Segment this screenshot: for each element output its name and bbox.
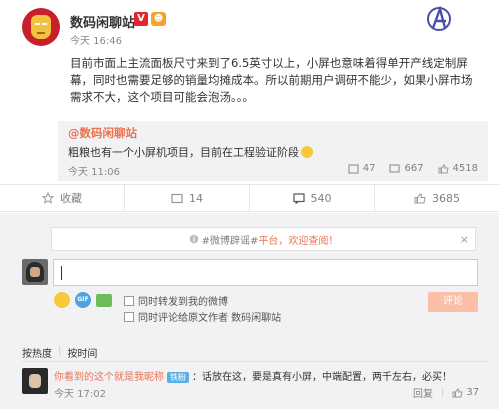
repost-box: @数码闲聊站 粗粮也有一个小屏机项目，目前在工程验证阶段 今天 11:06 47… bbox=[58, 121, 488, 181]
avengers-logo-icon bbox=[427, 6, 451, 31]
post-text: 目前市面上主流面板尺寸来到了6.5英寸以上，小屏也意味着得单开产线定制屏幕，同时… bbox=[70, 56, 473, 104]
gif-icon[interactable]: GIF bbox=[75, 292, 91, 308]
author-name[interactable]: 数码闲聊站 bbox=[70, 12, 135, 31]
commenter-avatar[interactable] bbox=[22, 368, 48, 394]
emoji-icon[interactable] bbox=[54, 292, 70, 308]
notice-prefix: #微博辟谣# bbox=[201, 235, 259, 247]
repost-author[interactable]: @数码闲聊站 bbox=[68, 125, 137, 141]
comment-like-button[interactable]: 37 bbox=[452, 387, 479, 398]
close-icon[interactable]: × bbox=[460, 233, 469, 246]
info-icon bbox=[189, 234, 198, 244]
comment-icon bbox=[292, 192, 305, 204]
post-timestamp[interactable]: 今天 16:46 bbox=[70, 32, 122, 47]
star-icon bbox=[42, 192, 54, 204]
comment-to-author-option[interactable]: 同时评论给原文作者 数码闲聊站 bbox=[124, 309, 281, 324]
comment-button[interactable]: 540 bbox=[250, 185, 375, 211]
comment-section: #微博辟谣# 平台，欢迎查阅！ × GIF 同时转发到我的微博 同时评论给原文作者… bbox=[0, 213, 499, 409]
sort-by-time[interactable]: 按时间 bbox=[67, 345, 97, 360]
rumor-notice[interactable]: #微博辟谣# 平台，欢迎查阅！ × bbox=[51, 227, 476, 251]
comment-author-checkbox[interactable] bbox=[124, 311, 134, 322]
current-user-avatar[interactable] bbox=[22, 259, 48, 285]
notice-link[interactable]: 平台，欢迎查阅！ bbox=[258, 232, 338, 247]
comment-sort: 按热度 | 按时间 bbox=[22, 345, 98, 360]
comment-actions: 回复 | 37 bbox=[413, 385, 480, 400]
commenter-name[interactable]: 你看到的这个就是我昵称 bbox=[54, 372, 164, 383]
repost-time[interactable]: 今天 11:06 bbox=[68, 163, 120, 178]
repost-like[interactable]: 4518 bbox=[438, 163, 478, 174]
compose-tools: GIF bbox=[54, 292, 112, 308]
reply-button[interactable]: 回复 bbox=[413, 385, 433, 400]
comment-time: 今天 17:02 bbox=[54, 389, 106, 400]
vip-icon: ☻ bbox=[151, 12, 166, 26]
verified-icon: V bbox=[134, 12, 148, 26]
repost-actions: 47 667 4518 bbox=[348, 163, 478, 174]
thumbs-up-icon bbox=[452, 387, 463, 397]
like-button[interactable]: 3685 bbox=[375, 185, 499, 211]
repost-comment[interactable]: 667 bbox=[389, 163, 424, 174]
comment-item: 你看到的这个就是我昵称 铁粉 ：话放在这，要是真有小屏，中端配置，两千左右，必买！ bbox=[54, 368, 452, 383]
author-avatar[interactable] bbox=[22, 8, 60, 46]
submit-comment-button[interactable]: 评论 bbox=[428, 292, 478, 312]
weibo-post-card: 数码闲聊站 V ☻ 今天 16:46 目前市面上主流面板尺寸来到了6.5英寸以上… bbox=[0, 0, 499, 409]
comment-text: ：话放在这，要是真有小屏，中端配置，两千左右，必买！ bbox=[192, 372, 452, 383]
fan-badge: 铁粉 bbox=[167, 372, 189, 383]
favorite-button[interactable]: 收藏 bbox=[0, 185, 125, 211]
divider bbox=[22, 361, 487, 362]
post-action-bar: 收藏 14 540 3685 bbox=[0, 184, 499, 212]
comment-input[interactable] bbox=[53, 259, 478, 286]
forward-icon bbox=[171, 193, 183, 203]
sort-by-hot[interactable]: 按热度 bbox=[22, 345, 52, 360]
forward-checkbox[interactable] bbox=[124, 295, 134, 306]
image-icon[interactable] bbox=[96, 293, 112, 307]
forward-icon bbox=[348, 163, 359, 174]
thumbs-up-icon bbox=[414, 192, 426, 203]
thumbs-up-icon bbox=[438, 163, 449, 173]
grin-emoji-icon bbox=[301, 146, 313, 158]
comment-icon bbox=[389, 163, 401, 173]
forward-to-weibo-option[interactable]: 同时转发到我的微博 bbox=[124, 293, 228, 308]
forward-button[interactable]: 14 bbox=[125, 185, 250, 211]
repost-text: 粗粮也有一个小屏机项目，目前在工程验证阶段 bbox=[68, 144, 313, 160]
repost-forward[interactable]: 47 bbox=[348, 163, 375, 174]
